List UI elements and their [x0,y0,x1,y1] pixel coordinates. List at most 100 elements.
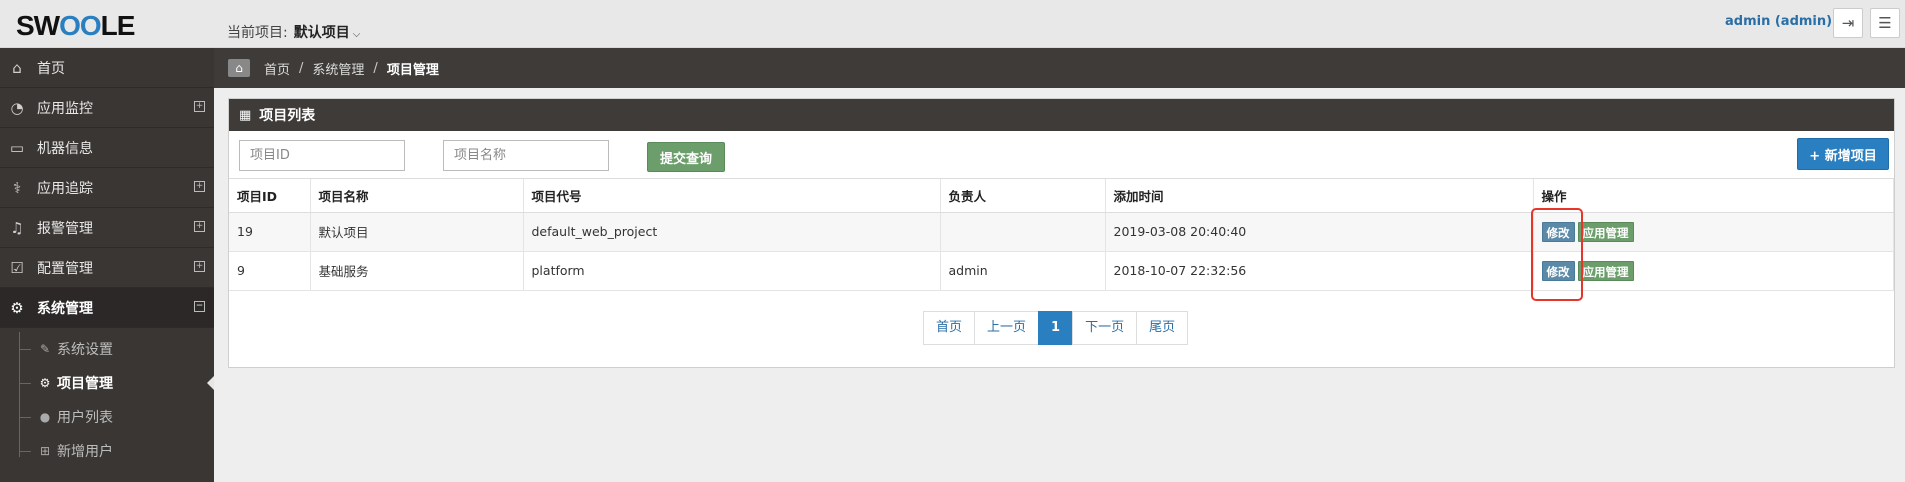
sidebar-subitem-label: 新增用户 [57,444,113,460]
project-selector-value: 默认项目 [293,25,350,41]
sidebar-item-home[interactable]: ⌂ 首页 [0,48,214,88]
column-header-actions: 操作 [1533,179,1894,213]
logo[interactable]: SWOOLE [16,10,136,42]
menu-toggle-button[interactable]: ☰ [1870,8,1900,38]
breadcrumb-separator: / [373,60,378,76]
expand-plus-icon: + [194,261,205,272]
cell-name: 基础服务 [310,251,524,291]
column-header-code: 项目代号 [523,179,941,213]
sidebar-item-system[interactable]: ⚙ 系统管理 − [0,288,214,328]
cell-id: 9 [229,251,311,291]
cell-actions: 修改 应用管理 [1533,212,1894,252]
sidebar-item-alarm[interactable]: ♫ 报警管理 + [0,208,214,248]
monitor-icon: ▭ [9,138,25,157]
submenu-tick [19,417,31,418]
sign-out-icon: ⇥ [1841,14,1855,32]
breadcrumb-current: 项目管理 [386,62,439,78]
pager-next[interactable]: 下一页 [1072,311,1138,345]
bell-icon: ♫ [10,218,24,237]
project-selector-label: 当前项目: [227,25,288,41]
gears-icon: ⚙ [39,376,51,390]
home-icon[interactable]: ⌂ [228,59,250,77]
cell-code: default_web_project [523,212,941,252]
sidebar-item-app-monitor[interactable]: ◔ 应用监控 + [0,88,214,128]
submit-query-button[interactable]: 提交查询 [647,142,725,172]
top-bar: SWOOLE 当前项目: 默认项目 ⌵ admin (admin) ⇥ ☰ [0,0,1905,48]
expand-plus-icon: + [194,181,205,192]
logo-text-mid: OO [59,10,102,41]
submenu-tick [19,451,31,452]
pagination: 首页 上一页 1 下一页 尾页 [923,311,1189,345]
sidebar-subitem-user-list[interactable]: ● 用户列表 [0,400,214,434]
project-selector[interactable]: 当前项目: 默认项目 ⌵ [227,22,360,42]
hamburger-icon: ☰ [1878,14,1892,32]
sidebar-submenu: ✎ 系统设置 ⚙ 项目管理 ● 用户列表 ⊞ 新增用户 [0,332,214,468]
sidebar-subitem-label: 系统设置 [57,342,113,358]
check-square-icon: ☑ [10,258,24,277]
sidebar-subitem-label: 用户列表 [57,410,113,426]
collapse-minus-icon: − [194,301,205,312]
table-icon: ▦ [239,107,252,123]
submenu-tick [19,383,31,384]
dashboard-icon: ◔ [10,98,24,117]
wrench-icon: ✎ [39,342,51,356]
panel-title: 项目列表 [259,108,316,124]
pager-last[interactable]: 尾页 [1136,311,1189,345]
table-row: 9 基础服务 platform admin 2018-10-07 22:32:5… [229,251,1894,291]
column-header-time: 添加时间 [1105,179,1534,213]
project-name-input[interactable] [443,140,609,171]
pager-first[interactable]: 首页 [923,311,976,345]
sidebar-item-label: 系统管理 [37,300,93,317]
cell-actions: 修改 应用管理 [1533,251,1894,291]
table-row: 19 默认项目 default_web_project 2019-03-08 2… [229,212,1894,252]
expand-plus-icon: + [194,101,205,112]
column-header-id: 项目ID [229,179,311,213]
user-name-link[interactable]: admin (admin) [1725,14,1832,29]
add-project-button[interactable]: + 新增项目 [1797,138,1889,170]
breadcrumb: ⌂ 首页 / 系统管理 / 项目管理 [214,48,1905,88]
column-header-owner: 负责人 [940,179,1106,213]
highlight-box [1531,208,1583,301]
sidebar-subitem-add-user[interactable]: ⊞ 新增用户 [0,434,214,468]
sidebar-item-label: 首页 [37,60,65,77]
sidebar-item-machine-info[interactable]: ▭ 机器信息 [0,128,214,168]
sidebar-item-label: 应用追踪 [37,180,93,197]
sidebar-subitem-project-manage[interactable]: ⚙ 项目管理 [0,366,214,400]
logo-text-post: LE [100,10,136,41]
breadcrumb-separator: / [299,60,304,76]
app-manage-button[interactable]: 应用管理 [1577,260,1634,281]
app-manage-button[interactable]: 应用管理 [1577,221,1634,242]
sidebar-item-label: 机器信息 [37,140,93,157]
panel-header: ▦ 项目列表 [229,99,1894,131]
chevron-down-icon: ⌵ [352,29,361,40]
sidebar-item-label: 配置管理 [37,260,93,277]
cell-time: 2018-10-07 22:32:56 [1105,251,1534,291]
pager-current[interactable]: 1 [1038,311,1074,345]
cell-time: 2019-03-08 20:40:40 [1105,212,1534,252]
expand-plus-icon: + [194,221,205,232]
user-icon: ● [39,410,51,424]
sidebar-item-app-trace[interactable]: ⚕ 应用追踪 + [0,168,214,208]
stethoscope-icon: ⚕ [12,178,22,197]
cell-name: 默认项目 [310,212,524,252]
gear-icon: ⚙ [10,298,24,317]
sidebar-item-label: 应用监控 [37,100,93,117]
sidebar-item-config[interactable]: ☑ 配置管理 + [0,248,214,288]
search-toolbar: 提交查询 + 新增项目 [229,131,1894,179]
table-header-row: 项目ID 项目名称 项目代号 负责人 添加时间 操作 [229,179,1894,213]
cell-code: platform [523,251,941,291]
project-id-input[interactable] [239,140,405,171]
cell-owner [940,212,1106,252]
breadcrumb-home[interactable]: 首页 [264,59,290,78]
cell-owner: admin [940,251,1106,291]
logout-button[interactable]: ⇥ [1833,8,1863,38]
home-icon: ⌂ [12,58,22,77]
sidebar-item-label: 报警管理 [37,220,93,237]
pager-prev[interactable]: 上一页 [974,311,1040,345]
sidebar: ⌂ 首页 ◔ 应用监控 + ▭ 机器信息 ⚕ 应用追踪 + ♫ 报警管理 + ☑… [0,48,214,482]
sidebar-subitem-system-settings[interactable]: ✎ 系统设置 [0,332,214,366]
cell-id: 19 [229,212,311,252]
logo-text-pre: SW [16,10,60,41]
breadcrumb-system[interactable]: 系统管理 [312,59,364,78]
column-header-name: 项目名称 [310,179,524,213]
